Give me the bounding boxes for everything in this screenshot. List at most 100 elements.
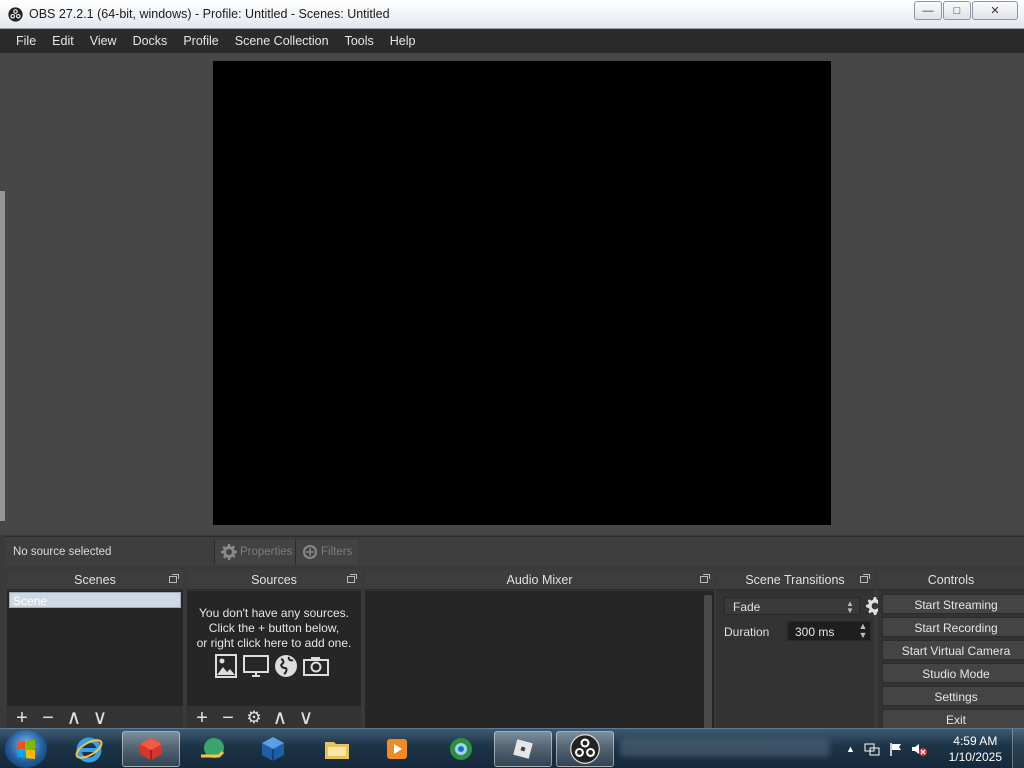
properties-button[interactable]: Properties — [214, 540, 299, 564]
settings-button[interactable]: Settings — [882, 686, 1024, 706]
move-source-up-button[interactable]: ∧ — [271, 708, 289, 728]
add-scene-button[interactable]: + — [13, 708, 31, 728]
scene-transitions-dock: Scene Transitions Fade ▲ ▼ Duration 300 m… — [716, 570, 884, 730]
audio-mixer-title: Audio Mixer — [506, 573, 573, 587]
taskbar-media-player[interactable] — [368, 731, 426, 767]
camera-source-icon — [303, 657, 329, 676]
blurred-taskbar-region — [620, 739, 830, 757]
system-tray: ▲ 4:59 AM 1/10/2025 — [844, 729, 1024, 768]
show-hidden-icons-button[interactable]: ▲ — [846, 744, 855, 754]
studio-mode-button[interactable]: Studio Mode — [882, 663, 1024, 683]
taskbar-app-globe[interactable] — [432, 731, 490, 767]
start-streaming-button[interactable]: Start Streaming — [882, 594, 1024, 614]
volume-muted-icon[interactable] — [910, 741, 928, 757]
undock-icon[interactable] — [169, 574, 179, 583]
filter-icon — [303, 545, 317, 559]
add-source-button[interactable]: + — [193, 708, 211, 728]
controls-dock-header[interactable]: Controls — [878, 570, 1024, 590]
transition-select[interactable]: Fade ▲ ▼ — [724, 597, 860, 615]
duration-input[interactable]: 300 ms ▲ ▼ — [787, 621, 871, 641]
menu-edit[interactable]: Edit — [44, 34, 82, 48]
undock-icon[interactable] — [700, 574, 710, 583]
folder-icon — [325, 742, 349, 759]
audio-mixer-dock-header[interactable]: Audio Mixer — [365, 570, 714, 590]
remove-source-button[interactable]: − — [219, 708, 237, 728]
clock-date: 1/10/2025 — [948, 750, 1002, 764]
menu-tools[interactable]: Tools — [337, 34, 382, 48]
undock-icon[interactable] — [860, 574, 870, 583]
windows-logo-icon — [17, 740, 35, 759]
taskbar-app-red[interactable] — [122, 731, 180, 767]
move-source-down-button[interactable]: ∨ — [297, 708, 315, 728]
mixer-scrollbar[interactable] — [704, 595, 712, 729]
preview-canvas[interactable] — [213, 61, 831, 525]
scrollbar-edge — [0, 191, 5, 521]
scenes-dock-title: Scenes — [74, 573, 116, 587]
start-virtual-camera-button[interactable]: Start Virtual Camera — [882, 640, 1024, 660]
minimize-button[interactable]: — — [914, 1, 942, 20]
audio-mixer-dock: Audio Mixer — [365, 570, 714, 730]
window-title: OBS 27.2.1 (64-bit, windows) - Profile: … — [29, 7, 390, 21]
empty-line-2: Click the + button below, — [208, 621, 340, 635]
duration-value: 300 ms — [795, 625, 835, 639]
start-button[interactable] — [5, 730, 47, 768]
duration-label: Duration — [724, 625, 770, 639]
network-icon[interactable] — [864, 741, 880, 757]
source-properties-button[interactable]: ⚙ — [245, 708, 263, 728]
gear-icon — [221, 544, 237, 560]
menu-file[interactable]: File — [8, 34, 44, 48]
filters-label: Filters — [321, 546, 353, 558]
exit-button[interactable]: Exit — [882, 709, 1024, 729]
obs-logo-icon — [570, 734, 600, 764]
move-scene-down-button[interactable]: ∨ — [91, 708, 109, 728]
scenes-dock-header[interactable]: Scenes — [7, 570, 183, 590]
scene-list-item[interactable]: Scene — [9, 592, 181, 608]
download-manager-icon — [201, 738, 225, 758]
start-recording-button[interactable]: Start Recording — [882, 617, 1024, 637]
taskbar-internet-explorer[interactable] — [60, 731, 118, 767]
close-button[interactable]: ✕ — [972, 1, 1018, 20]
filters-button[interactable]: Filters — [295, 540, 359, 564]
scene-transitions-title: Scene Transitions — [745, 573, 845, 587]
image-source-icon — [215, 654, 237, 678]
taskbar-file-explorer[interactable] — [308, 731, 366, 767]
taskbar: ▲ 4:59 AM 1/10/2025 — [0, 728, 1024, 768]
action-center-flag-icon[interactable] — [888, 741, 904, 757]
scenes-dock: Scenes Scene + − ∧ ∨ — [7, 570, 183, 730]
move-scene-up-button[interactable]: ∧ — [65, 708, 83, 728]
sources-list[interactable]: You don't have any sources. Click the + … — [187, 591, 361, 730]
taskbar-clock[interactable]: 4:59 AM 1/10/2025 — [949, 733, 1002, 765]
menu-profile[interactable]: Profile — [175, 34, 226, 48]
taskbar-virtualbox[interactable] — [244, 731, 302, 767]
scenes-list[interactable]: Scene + − ∧ ∨ — [7, 591, 183, 730]
menu-help[interactable]: Help — [382, 34, 424, 48]
controls-dock: Controls Start Streaming Start Recording… — [878, 570, 1024, 730]
taskbar-roblox[interactable] — [494, 731, 552, 767]
remove-scene-button[interactable]: − — [39, 708, 57, 728]
menu-docks[interactable]: Docks — [125, 34, 176, 48]
taskbar-download-manager[interactable] — [184, 731, 242, 767]
scenes-toolbar: + − ∧ ∨ — [7, 706, 183, 730]
media-player-icon — [387, 739, 407, 759]
show-desktop-button[interactable] — [1012, 729, 1024, 768]
maximize-button[interactable]: □ — [943, 1, 971, 20]
menu-scene-collection[interactable]: Scene Collection — [227, 34, 337, 48]
sources-dock-header[interactable]: Sources — [187, 570, 361, 590]
properties-label: Properties — [240, 546, 293, 558]
menu-bar: File Edit View Docks Profile Scene Colle… — [0, 29, 1024, 53]
roblox-icon — [513, 739, 533, 759]
controls-title: Controls — [927, 573, 975, 587]
undock-icon[interactable] — [347, 574, 357, 583]
menu-view[interactable]: View — [82, 34, 125, 48]
duration-spinner[interactable]: ▲ ▼ — [856, 622, 870, 640]
audio-mixer-body — [365, 591, 714, 730]
virtualbox-icon — [262, 737, 284, 761]
empty-line-1: You don't have any sources. — [199, 606, 349, 620]
internet-explorer-icon — [75, 737, 103, 763]
obs-logo-icon — [8, 7, 23, 22]
scene-transitions-dock-header[interactable]: Scene Transitions — [716, 570, 874, 590]
title-bar[interactable]: OBS 27.2.1 (64-bit, windows) - Profile: … — [0, 0, 1024, 29]
sources-dock-title: Sources — [251, 573, 297, 587]
sources-toolbar: + − ⚙ ∧ ∨ — [187, 706, 361, 730]
taskbar-obs[interactable] — [556, 731, 614, 767]
